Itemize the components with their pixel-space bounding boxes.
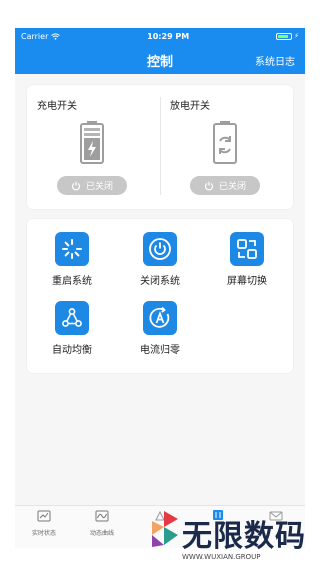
- wifi-icon: [51, 32, 61, 40]
- restart-system-label: 重启系统: [52, 276, 92, 287]
- screen-switch-icon: [230, 232, 264, 266]
- phone-screen: Carrier 10:29 PM ⚡ 控制 系统日志 充电开关 已关闭 放电开关…: [15, 28, 305, 548]
- current-zero-icon: [143, 301, 177, 335]
- restart-icon: [55, 232, 89, 266]
- screen-switch-button[interactable]: 屏幕切换: [207, 232, 287, 297]
- charging-bolt-icon: ⚡: [294, 32, 299, 40]
- screen-switch-label: 屏幕切换: [227, 276, 267, 287]
- shutdown-system-button[interactable]: 关闭系统: [120, 232, 200, 297]
- charge-switch: 充电开关 已关闭: [27, 85, 160, 209]
- realtime-status-icon: [37, 510, 51, 522]
- tab-realtime-status[interactable]: 实时状态: [15, 510, 73, 537]
- charging-battery-icon: [80, 121, 104, 164]
- discharge-switch: 放电开关 已关闭: [160, 85, 293, 209]
- battery-status-icon: [276, 32, 293, 40]
- current-zero-button[interactable]: 电流归零: [120, 301, 200, 366]
- charge-switch-label: 充电开关: [37, 101, 77, 112]
- discharge-toggle-button[interactable]: 已关闭: [190, 176, 260, 195]
- watermark-subtitle: WWW.WUXIAN.GROUP: [182, 553, 261, 561]
- tab-dynamic-curve-label: 动态曲线: [89, 530, 114, 537]
- shutdown-system-label: 关闭系统: [140, 276, 180, 287]
- auto-balance-label: 自动均衡: [52, 345, 92, 356]
- watermark-logo: 无限数码 WWW.WUXIAN.GROUP: [148, 503, 318, 567]
- power-icon: [143, 232, 177, 266]
- feature-card: 重启系统 关闭系统 屏幕切换 自动均衡 电流归零: [27, 219, 293, 373]
- current-zero-label: 电流归零: [140, 345, 180, 356]
- power-small-icon: [71, 181, 81, 190]
- nav-bar: 控制 系统日志: [15, 44, 305, 74]
- power-small-icon: [204, 181, 214, 190]
- auto-balance-button[interactable]: 自动均衡: [32, 301, 112, 366]
- dynamic-curve-icon: [95, 510, 109, 522]
- discharge-switch-label: 放电开关: [170, 101, 210, 112]
- watermark-mark-icon: [152, 511, 178, 547]
- switch-card: 充电开关 已关闭 放电开关 已关闭: [27, 85, 293, 209]
- charge-state-label: 已关闭: [85, 182, 113, 192]
- carrier-label: Carrier: [21, 31, 49, 41]
- tab-realtime-status-label: 实时状态: [31, 530, 56, 537]
- discharge-battery-icon: [213, 121, 237, 164]
- status-bar: Carrier 10:29 PM ⚡: [15, 28, 305, 44]
- charge-toggle-button[interactable]: 已关闭: [57, 176, 127, 195]
- restart-system-button[interactable]: 重启系统: [32, 232, 112, 297]
- balance-icon: [55, 301, 89, 335]
- system-log-button[interactable]: 系统日志: [255, 53, 295, 68]
- status-time: 10:29 PM: [147, 31, 190, 41]
- tab-dynamic-curve[interactable]: 动态曲线: [73, 510, 131, 537]
- discharge-state-label: 已关闭: [218, 182, 246, 192]
- watermark-title: 无限数码: [182, 519, 306, 554]
